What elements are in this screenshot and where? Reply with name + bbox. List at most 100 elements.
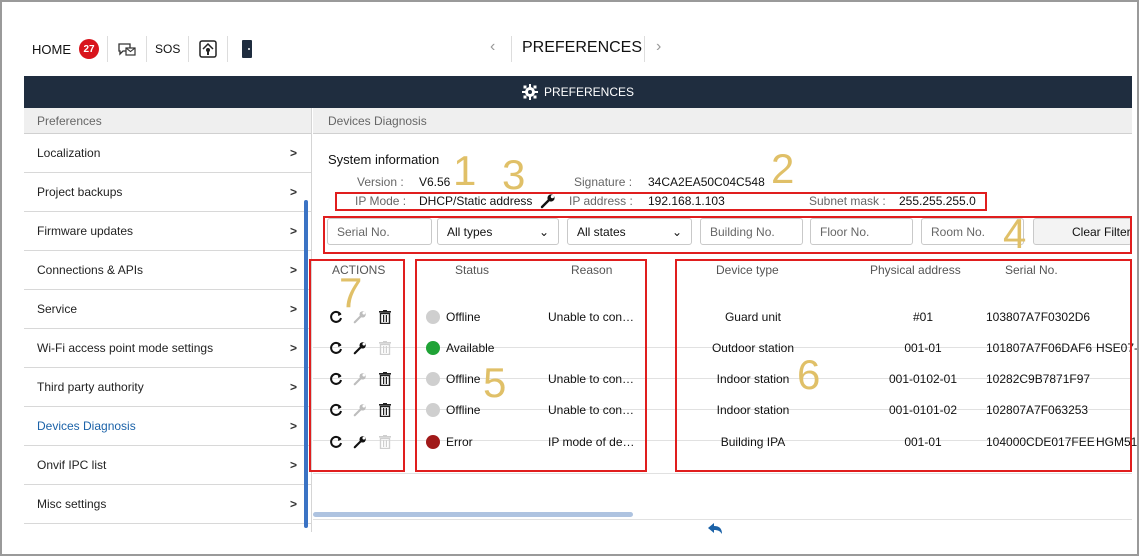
chevron-right-icon: > [289, 185, 297, 199]
sidebar-item-localization[interactable]: Localization > [24, 134, 311, 173]
page-title: PREFERENCES [522, 39, 643, 56]
main-panel: Devices Diagnosis System information Ver… [313, 108, 1137, 534]
chevron-right-icon: > [289, 224, 297, 238]
refresh-icon[interactable] [328, 434, 344, 450]
sidebar-item-misc-settings[interactable]: Misc settings > [24, 485, 311, 524]
physical-address-text: #01 [912, 310, 934, 324]
floor-filter-input[interactable]: Floor No. [810, 218, 913, 245]
sidebar: Preferences Localization > Project backup… [24, 108, 312, 532]
notification-badge[interactable]: 27 [79, 39, 99, 59]
sidebar-item-label: Wi-Fi access point mode settings [37, 341, 214, 355]
status-indicator-dot [426, 435, 440, 449]
sidebar-item-label: Connections & APIs [37, 263, 144, 277]
sidebar-item-project-backups[interactable]: Project backups > [24, 173, 311, 212]
reason-column-header: Reason [571, 263, 613, 277]
status-text: Offline [446, 372, 481, 386]
refresh-icon[interactable] [328, 340, 344, 356]
delete-trash-icon[interactable] [377, 309, 393, 325]
safety-home-icon[interactable] [197, 38, 219, 60]
refresh-icon[interactable] [328, 402, 344, 418]
physical-address-column-header: Physical address [870, 263, 961, 277]
divider [107, 36, 108, 62]
nav-forward-icon[interactable]: › [656, 38, 661, 56]
message-icon[interactable] [116, 38, 138, 60]
wrench-icon[interactable] [540, 193, 556, 209]
physical-address-text: 001-0102-01 [888, 372, 958, 386]
sidebar-item-third-party-authority[interactable]: Third party authority > [24, 368, 311, 407]
callout-number: 5 [483, 359, 507, 406]
divider [511, 36, 512, 62]
divider [644, 36, 645, 62]
horizontal-scrollbar[interactable] [313, 512, 633, 517]
building-filter-input[interactable]: Building No. [700, 218, 803, 245]
reason-text: Unable to con… [548, 372, 635, 386]
sidebar-item-devices-diagnosis[interactable]: Devices Diagnosis > [24, 407, 311, 446]
delete-trash-icon[interactable] [377, 402, 393, 418]
sidebar-item-label: Misc settings [37, 497, 107, 511]
door-icon[interactable] [236, 38, 258, 60]
state-filter-value: All states [577, 224, 626, 239]
signature-label: Signature : [574, 175, 633, 189]
screenshot-frame: HOME 27 SOS ‹ PREFERENCES › PREFERENCES … [0, 0, 1139, 556]
sidebar-item-label: Service [37, 302, 78, 316]
type-filter-select[interactable]: All types ⌄ [437, 218, 559, 245]
serial-column-header: Serial No. [1005, 263, 1058, 277]
serial-text: 102807A7F063253 [986, 403, 1089, 417]
divider [188, 36, 190, 62]
version-value: V6.56 [419, 175, 451, 189]
sidebar-item-onvif-ipc-list[interactable]: Onvif IPC list > [24, 446, 311, 485]
serial-filter-input[interactable]: Serial No. [327, 218, 432, 245]
home-button[interactable]: HOME [32, 42, 71, 57]
sidebar-item-label: Devices Diagnosis [37, 419, 136, 433]
sidebar-scrollbar[interactable] [304, 200, 308, 528]
chevron-right-icon: > [289, 380, 297, 394]
reason-text: Unable to con… [548, 310, 635, 324]
ip-mode-label: IP Mode : [355, 194, 407, 208]
main-header: Devices Diagnosis [313, 108, 1132, 134]
sidebar-item-connections-apis[interactable]: Connections & APIs > [24, 251, 311, 290]
serial-text: 103807A7F0302D6 [986, 310, 1091, 324]
status-indicator-dot [426, 341, 440, 355]
subnet-mask-label: Subnet mask : [809, 194, 886, 208]
nav-back-icon[interactable]: ‹ [490, 38, 495, 56]
sidebar-item-label: Third party authority [37, 380, 144, 394]
footer-divider [313, 519, 1132, 520]
sidebar-item-wifi-ap-mode[interactable]: Wi-Fi access point mode settings > [24, 329, 311, 368]
chevron-right-icon: > [289, 419, 297, 433]
divider [227, 36, 229, 62]
refresh-icon[interactable] [328, 371, 344, 387]
serial-extra-text: HSE07- [1096, 341, 1139, 355]
callout-number: 1 [453, 147, 477, 194]
device-type-text: Indoor station [716, 403, 790, 417]
preferences-header: PREFERENCES [24, 76, 1132, 108]
reason-text: IP mode of de… [548, 435, 635, 449]
sidebar-item-label: Onvif IPC list [37, 458, 107, 472]
device-type-text: Guard unit [724, 310, 782, 324]
state-filter-select[interactable]: All states ⌄ [567, 218, 692, 245]
status-indicator-dot [426, 310, 440, 324]
sidebar-item-firmware-updates[interactable]: Firmware updates > [24, 212, 311, 251]
version-label: Version : [357, 175, 404, 189]
row-divider [313, 473, 1132, 474]
header-title: PREFERENCES [543, 85, 635, 99]
configure-wrench-icon[interactable] [352, 340, 368, 356]
physical-address-text: 001-0101-02 [888, 403, 958, 417]
sidebar-header: Preferences [24, 108, 311, 134]
delete-trash-icon [377, 434, 393, 450]
chevron-right-icon: > [289, 302, 297, 316]
chevron-down-icon: ⌄ [671, 224, 682, 239]
signature-value: 34CA2EA50C04C548 [648, 175, 765, 189]
serial-text: 104000CDE017FEE [986, 435, 1095, 449]
configure-wrench-icon [352, 402, 368, 418]
ip-address-label: IP address : [569, 194, 633, 208]
chevron-right-icon: > [289, 146, 297, 160]
device-type-column-header: Device type [716, 263, 779, 277]
sos-button[interactable]: SOS [155, 42, 180, 56]
clear-filters-button[interactable]: Clear Filters [1033, 218, 1132, 245]
delete-trash-icon[interactable] [377, 371, 393, 387]
callout-number: 6 [797, 351, 821, 398]
app-window: HOME 27 SOS ‹ PREFERENCES › PREFERENCES … [24, 24, 1137, 534]
sidebar-item-service[interactable]: Service > [24, 290, 311, 329]
back-arrow-icon[interactable] [707, 522, 723, 541]
configure-wrench-icon[interactable] [352, 434, 368, 450]
